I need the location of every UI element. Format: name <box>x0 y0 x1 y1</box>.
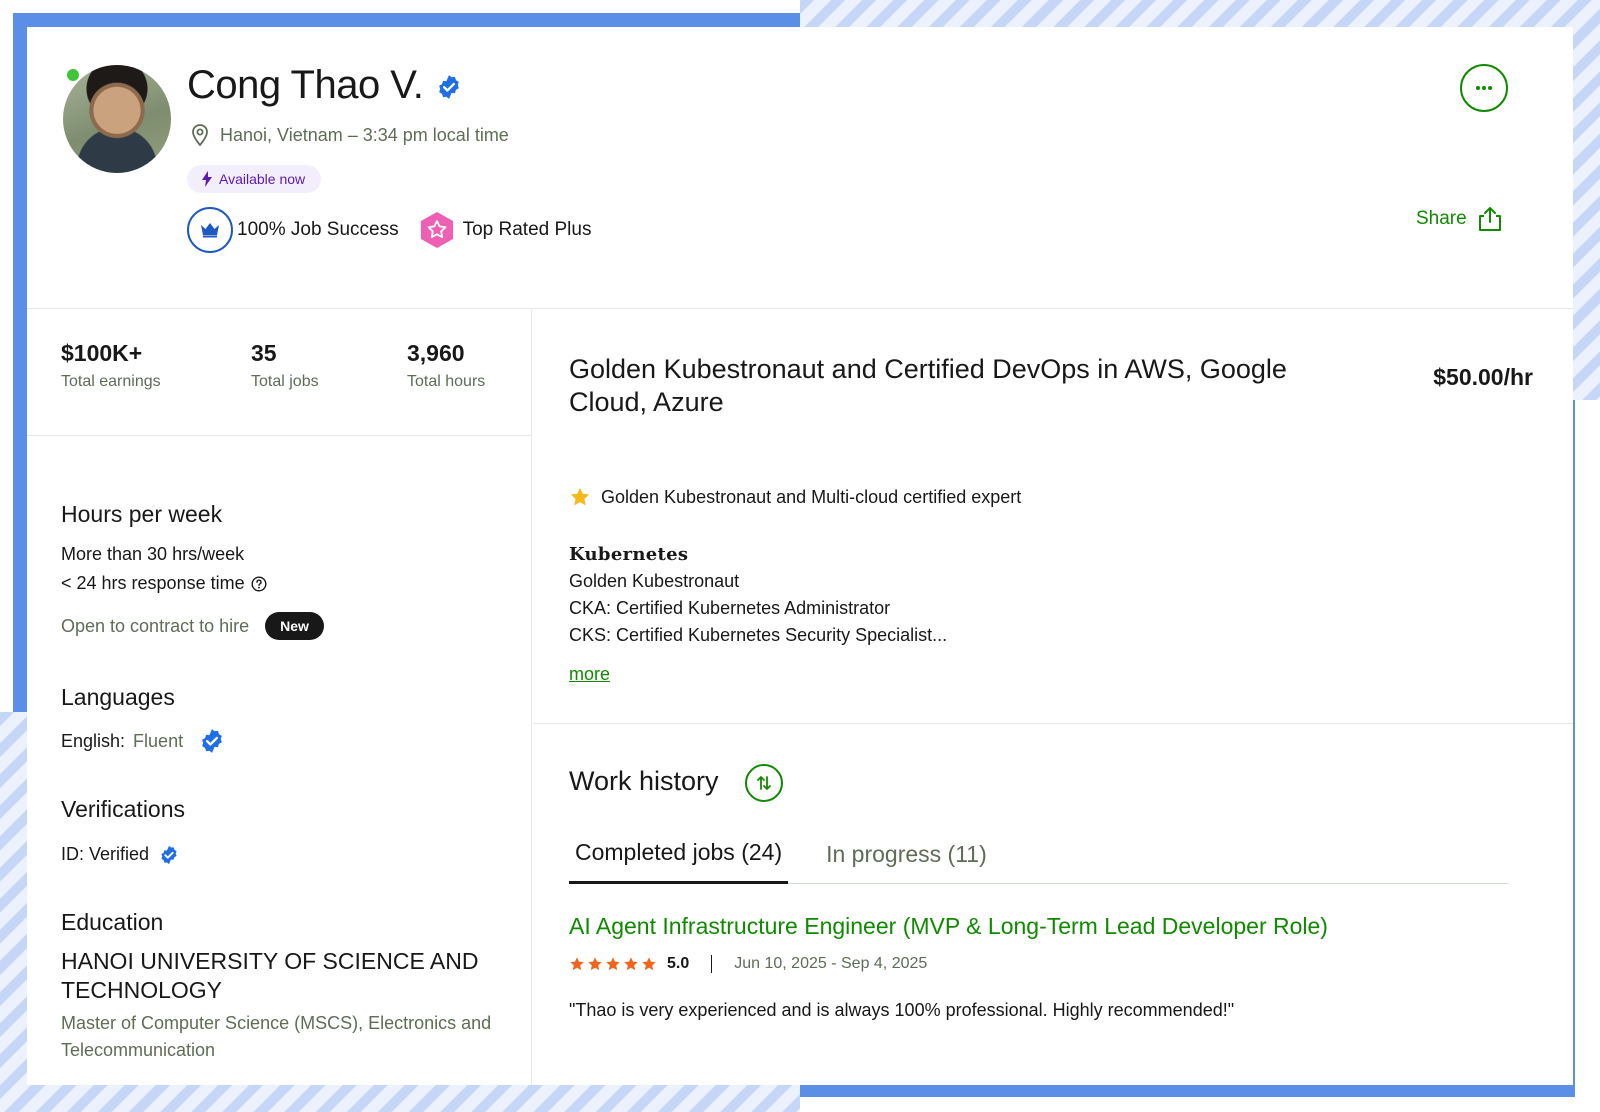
meta-divider <box>711 955 713 973</box>
ellipsis-icon <box>1476 86 1492 90</box>
star-icon <box>588 957 602 971</box>
stat-total-earnings: $100K+ Total earnings <box>61 340 161 391</box>
job-dates: Jun 10, 2025 - Sep 4, 2025 <box>734 955 928 972</box>
language-name: English: <box>61 730 126 751</box>
stat-total-hours: 3,960 Total hours <box>407 340 485 391</box>
stat-value: 3,960 <box>407 340 465 366</box>
help-icon[interactable] <box>251 575 267 592</box>
overview-line: CKA: Certified Kubernetes Administrator <box>569 598 891 618</box>
response-time: < 24 hrs response time <box>61 573 267 594</box>
job-success-badge[interactable]: 100% Job Success <box>187 207 399 253</box>
contract-to-hire: Open to contract to hire New <box>61 612 324 640</box>
stat-value: $100K+ <box>61 340 143 366</box>
verified-language-icon <box>202 729 222 753</box>
response-time-text: < 24 hrs response time <box>61 573 245 593</box>
share-label: Share <box>1416 208 1467 229</box>
job-rating: 5.0 <box>667 955 690 972</box>
education-school: HANOI UNIVERSITY OF SCIENCE AND TECHNOLO… <box>61 948 479 1003</box>
rating-stars <box>569 956 657 972</box>
stat-value: 35 <box>251 340 277 366</box>
stat-label: Total earnings <box>61 373 161 390</box>
star-icon <box>570 487 590 506</box>
tagline-text: Golden Kubestronaut and Multi-cloud cert… <box>601 486 1022 507</box>
sort-button[interactable] <box>745 764 783 802</box>
location-row: Hanoi, Vietnam – 3:34 pm local time <box>190 123 509 147</box>
verified-check-icon <box>161 845 177 864</box>
overview-tagline: Golden Kubestronaut and Multi-cloud cert… <box>569 486 1021 508</box>
education-degree: Master of Computer Science (MSCS), Elect… <box>61 1013 492 1060</box>
availability-badge: Available now <box>187 165 322 193</box>
top-rated-plus-icon <box>420 212 453 248</box>
id-verification: ID: Verified <box>61 844 179 865</box>
star-icon <box>624 957 638 971</box>
overview-section-title: Kubernetes <box>569 544 689 565</box>
stat-label: Total jobs <box>251 373 319 390</box>
hours-availability: More than 30 hrs/week <box>61 544 244 565</box>
overview-line: Golden Kubestronaut <box>569 571 740 591</box>
avatar[interactable] <box>63 65 171 173</box>
profile-header: Cong Thao V. Hanoi, Vietnam – 3:34 pm lo… <box>27 27 1573 309</box>
profile-name: Cong Thao V. <box>187 63 424 107</box>
job-meta: 5.0 Jun 10, 2025 - Sep 4, 2025 <box>569 955 927 973</box>
hourly-rate: $50.00/hr <box>1433 364 1533 390</box>
share-icon <box>1478 207 1501 231</box>
crown-icon <box>187 207 233 253</box>
star-icon <box>606 957 620 971</box>
badges-row: 100% Job Success Top Rated Plus <box>187 207 591 253</box>
main-content: Golden Kubestronaut and Certified DevOps… <box>533 310 1573 1085</box>
online-status-dot <box>65 67 81 83</box>
stats-row: $100K+ Total earnings 35 Total jobs 3,96… <box>27 310 532 436</box>
top-rated-text: Top Rated Plus <box>462 219 592 240</box>
star-icon <box>570 957 584 971</box>
sort-arrows-icon <box>757 776 771 790</box>
education-title: Education <box>61 909 164 935</box>
location-text: Hanoi, Vietnam – 3:34 pm local time <box>220 124 509 145</box>
contract-to-hire-text: Open to contract to hire <box>61 615 250 636</box>
work-history-tabs: Completed jobs (24) In progress (11) <box>569 824 1509 884</box>
overview-line: CKS: Certified Kubernetes Security Speci… <box>569 625 948 645</box>
profile-overview: Golden Kubestronaut and Certified DevOps… <box>533 310 1573 724</box>
id-verified-text: ID: Verified <box>61 844 150 864</box>
verified-badge-icon <box>439 75 459 99</box>
more-link[interactable]: more <box>569 664 610 685</box>
lightning-icon <box>202 171 212 187</box>
hours-per-week-title: Hours per week <box>61 501 223 527</box>
location-pin-icon <box>192 124 208 147</box>
star-icon <box>642 957 656 971</box>
stat-label: Total hours <box>407 373 486 390</box>
more-options-button[interactable] <box>1460 64 1508 112</box>
verifications-title: Verifications <box>61 796 186 822</box>
language-english: English: Fluent <box>61 728 225 754</box>
job-success-text: 100% Job Success <box>237 219 399 240</box>
language-level: Fluent <box>133 730 184 751</box>
overview-text: Kubernetes Golden Kubestronaut CKA: Cert… <box>569 541 947 649</box>
new-badge: New <box>265 612 324 640</box>
tab-in-progress[interactable]: In progress (11) <box>820 824 993 884</box>
share-button[interactable]: Share <box>1416 206 1503 232</box>
left-sidebar: $100K+ Total earnings 35 Total jobs 3,96… <box>27 310 532 1085</box>
tab-completed-jobs[interactable]: Completed jobs (24) <box>569 824 789 884</box>
hours-availability-text: More than 30 hrs/week <box>61 544 245 564</box>
profile-card: Cong Thao V. Hanoi, Vietnam – 3:34 pm lo… <box>27 27 1573 1085</box>
stat-total-jobs: 35 Total jobs <box>251 340 319 391</box>
work-history-title: Work history <box>569 766 719 796</box>
languages-title: Languages <box>61 684 175 710</box>
job-title-link[interactable]: AI Agent Infrastructure Engineer (MVP & … <box>569 913 1328 940</box>
profile-headline: Golden Kubestronaut and Certified DevOps… <box>569 354 1287 417</box>
availability-text: Available now <box>219 171 306 187</box>
job-feedback: "Thao is very experienced and is always … <box>569 1000 1235 1020</box>
top-rated-badge[interactable]: Top Rated Plus <box>419 211 592 249</box>
